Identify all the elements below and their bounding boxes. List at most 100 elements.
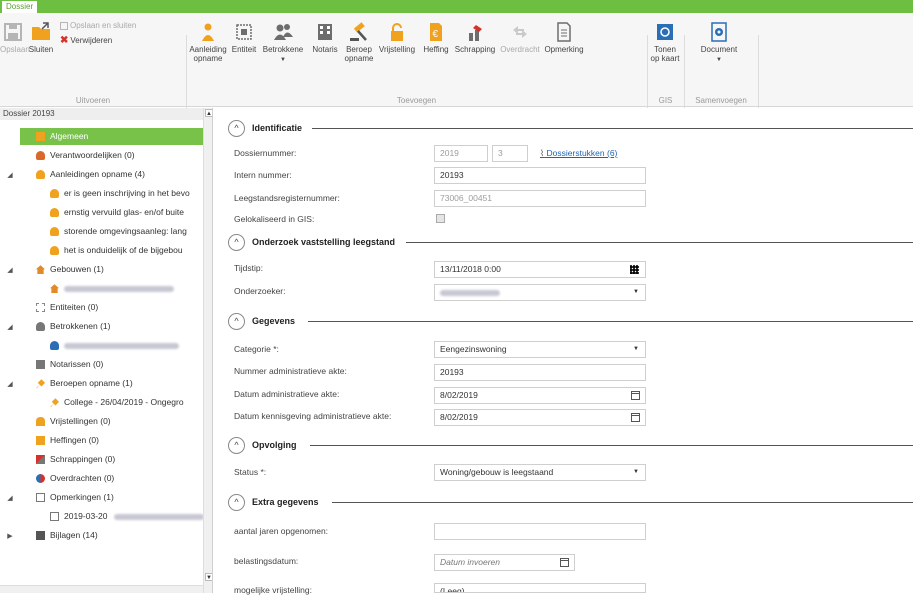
datum-akte-field[interactable]: 8/02/2019: [434, 387, 646, 404]
delete-button[interactable]: ✖ Verwijderen: [60, 35, 112, 46]
add-vrijstelling-button[interactable]: Vrijstelling: [376, 21, 418, 54]
dossiernummer-nr-field[interactable]: 3: [492, 145, 528, 162]
tree-item-aanleidingen[interactable]: Aanleidingen opname (4): [20, 166, 145, 183]
calendar-icon[interactable]: [560, 558, 569, 567]
scroll-down-icon[interactable]: ▼: [205, 573, 212, 581]
save-and-close-button[interactable]: Opslaan en sluiten: [60, 21, 136, 30]
tree-item-beroep[interactable]: College - 26/04/2019 - Ongegro: [34, 394, 184, 411]
note-icon: [36, 493, 45, 503]
dossiernummer-jaar-field[interactable]: 2019: [434, 145, 488, 162]
tree-item-opmerking[interactable]: 2019-03-20: [34, 508, 204, 525]
tree-vertical-scrollbar[interactable]: ▲ ▼: [203, 108, 212, 593]
group-label-samenvoegen: Samenvoegen: [695, 96, 747, 105]
add-heffing-button[interactable]: € Heffing: [420, 21, 452, 54]
collapse-section-icon[interactable]: ^: [228, 494, 245, 511]
save-icon: [4, 23, 22, 41]
datum-kennisgeving-field[interactable]: 8/02/2019: [434, 409, 646, 426]
collapse-section-icon[interactable]: ^: [228, 120, 245, 137]
attachment-icon: [36, 531, 45, 541]
tree-item-aanleiding[interactable]: er is geen inschrijving in het bevo: [34, 185, 190, 202]
tree-item-betrokkenen[interactable]: Betrokkenen (1): [20, 318, 110, 335]
lock-icon: [391, 23, 403, 41]
tree-item-vrijstellingen[interactable]: Vrijstellingen (0): [20, 413, 111, 430]
tree-item-betrokkene[interactable]: [34, 337, 179, 354]
section-identificatie[interactable]: ^ Identificatie: [228, 120, 913, 137]
gelokaliseerd-checkbox[interactable]: [436, 214, 445, 223]
invoice-icon: [36, 436, 45, 446]
tree-item-bijlagen[interactable]: Bijlagen (14): [20, 527, 98, 544]
transfer-icon: [513, 26, 527, 38]
collapse-section-icon[interactable]: ^: [228, 437, 245, 454]
add-notaris-button[interactable]: Notaris: [308, 21, 342, 54]
expand-toggle[interactable]: ▶: [6, 532, 14, 540]
add-opmerking-button[interactable]: Opmerking: [542, 21, 586, 54]
add-beroep-opname-button[interactable]: Beroep opname: [342, 21, 376, 63]
save-button[interactable]: Opslaan: [0, 21, 30, 54]
add-betrokkene-button[interactable]: Betrokkene ▼: [260, 21, 306, 65]
collapse-section-icon[interactable]: ^: [228, 313, 245, 330]
document-button[interactable]: Document ▼: [690, 21, 748, 65]
tree-item-gebouw[interactable]: [34, 280, 174, 297]
intern-nummer-field[interactable]: 20193: [434, 167, 646, 184]
scroll-up-icon[interactable]: ▲: [205, 109, 212, 117]
section-opvolging[interactable]: ^ Opvolging: [228, 437, 913, 454]
tree-item-aanleiding[interactable]: storende omgevingsaanleg: lang: [34, 223, 187, 240]
dossierstukken-link[interactable]: ⌇ Dossierstukken (6): [540, 148, 617, 159]
tree-item-schrappingen[interactable]: Schrappingen (0): [20, 451, 115, 468]
people-icon: [36, 322, 45, 332]
expand-collapse-toggle[interactable]: ◢: [6, 380, 14, 388]
section-extra-gegevens[interactable]: ^ Extra gegevens: [228, 494, 913, 511]
show-on-map-button[interactable]: Tonen op kaart: [648, 21, 682, 63]
tree-horizontal-scrollbar[interactable]: [0, 585, 203, 593]
navigation-tree: Dossier 20193 Algemeen Verantwoordelijke…: [0, 108, 213, 593]
tijdstip-field[interactable]: 13/11/2018 0:00: [434, 261, 646, 278]
leegstandsregisternummer-field[interactable]: 73006_00451: [434, 190, 646, 207]
add-schrapping-button[interactable]: Schrapping: [452, 21, 498, 54]
aantal-jaren-field[interactable]: [434, 523, 646, 540]
add-overdracht-button[interactable]: Overdracht: [498, 21, 542, 54]
onderzoeker-select[interactable]: ▼: [434, 284, 646, 301]
add-aanleiding-opname-button[interactable]: Aanleiding opname: [188, 21, 228, 63]
ribbon: Opslaan Sluiten Opslaan en sluiten ✖ Verw…: [0, 13, 913, 117]
expand-collapse-toggle[interactable]: ◢: [6, 323, 14, 331]
tree-item-aanleiding[interactable]: het is onduidelijk of de bijgebou: [34, 242, 183, 259]
tree-item-verantwoordelijken[interactable]: Verantwoordelijken (0): [20, 147, 135, 164]
nummer-akte-field[interactable]: 20193: [434, 364, 646, 381]
tree-item-algemeen[interactable]: Algemeen: [20, 128, 203, 145]
warning-icon: [50, 227, 59, 237]
calendar-icon[interactable]: [631, 413, 640, 422]
tree-item-opmerkingen[interactable]: Opmerkingen (1): [20, 489, 114, 506]
tree-item-notarissen[interactable]: Notarissen (0): [20, 356, 103, 373]
group-separator: [758, 35, 759, 117]
redacted-name: [64, 342, 179, 349]
tree-item-overdrachten[interactable]: Overdrachten (0): [20, 470, 114, 487]
add-entity-button[interactable]: Entiteit: [229, 21, 259, 54]
section-onderzoek[interactable]: ^ Onderzoek vaststelling leegstand: [228, 234, 913, 251]
status-select[interactable]: Woning/gebouw is leegstaand ▼: [434, 464, 646, 481]
tree-item-gebouwen[interactable]: Gebouwen (1): [20, 261, 104, 278]
eraser-icon: [469, 25, 482, 41]
group-label-uitvoeren: Uitvoeren: [75, 96, 111, 105]
expand-collapse-toggle[interactable]: ◢: [6, 266, 14, 274]
calendar-icon[interactable]: [631, 391, 640, 400]
tree-item-heffingen[interactable]: Heffingen (0): [20, 432, 99, 449]
collapse-section-icon[interactable]: ^: [228, 234, 245, 251]
close-button[interactable]: Sluiten: [27, 21, 55, 54]
expand-collapse-toggle[interactable]: ◢: [6, 171, 14, 179]
chevron-down-icon: ▼: [633, 289, 639, 295]
mogelijke-vrijstelling-field[interactable]: (Leeg): [434, 583, 646, 593]
expand-collapse-toggle[interactable]: ◢: [6, 494, 14, 502]
section-gegevens[interactable]: ^ Gegevens: [228, 313, 913, 330]
group-label-gis: GIS: [658, 96, 673, 105]
tree-item-beroepen[interactable]: Beroepen opname (1): [20, 375, 133, 392]
folder-icon: [36, 132, 45, 142]
tab-dossier[interactable]: Dossier: [2, 1, 38, 13]
invoice-icon: €: [430, 23, 442, 41]
calendar-grid-icon[interactable]: [630, 265, 639, 274]
tree-item-entiteiten[interactable]: Entiteiten (0): [20, 299, 98, 316]
lock-icon: [36, 417, 45, 427]
tree-item-aanleiding[interactable]: ernstig vervuild glas- en/of buite: [34, 204, 184, 221]
chevron-down-icon: ▼: [633, 346, 639, 352]
categorie-select[interactable]: Eengezinswoning ▼: [434, 341, 646, 358]
belastingsdatum-field[interactable]: Datum invoeren: [434, 554, 575, 571]
